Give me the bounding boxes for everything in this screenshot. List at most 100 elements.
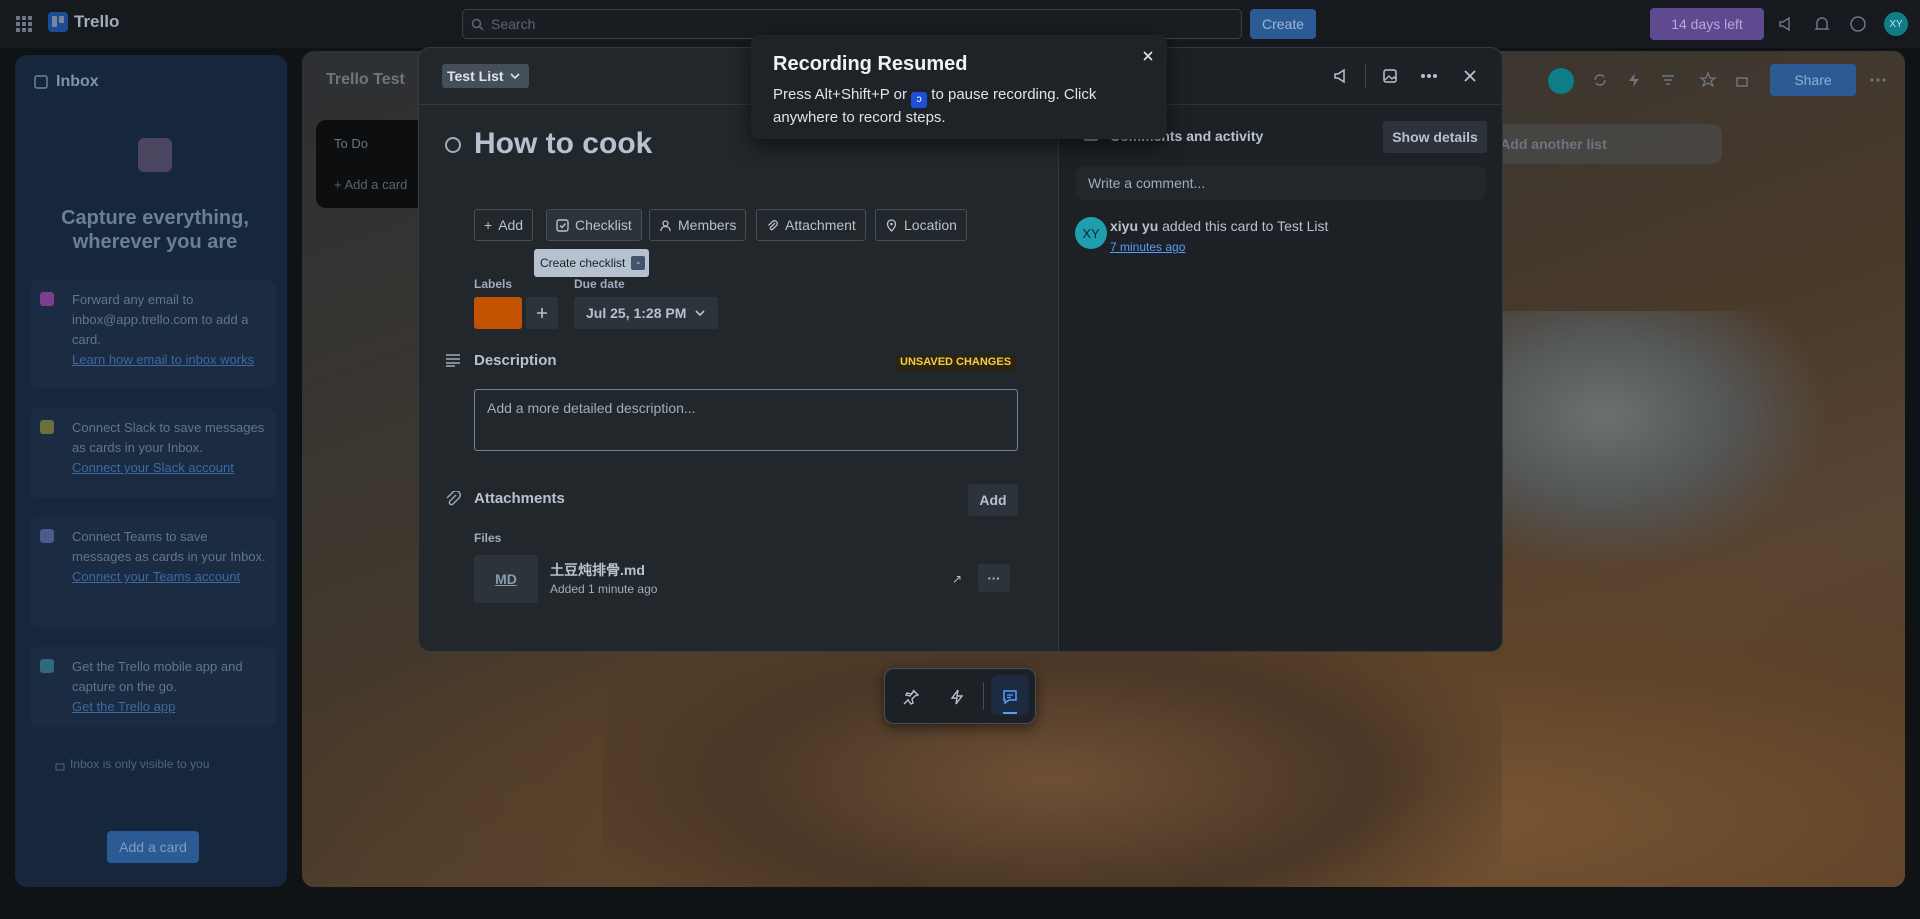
comment-input[interactable]: Write a comment... bbox=[1076, 166, 1486, 200]
comment-tab-icon[interactable] bbox=[995, 682, 1025, 712]
more-actions-icon[interactable] bbox=[1417, 64, 1441, 88]
label-chip[interactable] bbox=[474, 297, 522, 329]
checklist-button[interactable]: Checklist bbox=[546, 209, 642, 241]
due-date-value: Jul 25, 1:28 PM bbox=[586, 305, 687, 321]
app-switcher-icon[interactable] bbox=[14, 14, 34, 34]
members-button[interactable]: Members bbox=[649, 209, 747, 241]
add-list-text: Add another list bbox=[1500, 136, 1607, 152]
user-avatar[interactable]: XY bbox=[1884, 12, 1908, 36]
recording-title: Recording Resumed bbox=[773, 53, 968, 75]
inbox-tip-slack: Connect Slack to save messages as cards … bbox=[30, 408, 276, 498]
activity-action: added this card to Test List bbox=[1158, 218, 1329, 234]
attachment-button-label: Attachment bbox=[785, 217, 856, 233]
card-complete-checkbox[interactable] bbox=[445, 137, 461, 153]
tooltip-text: Create checklist bbox=[540, 256, 626, 270]
star-icon[interactable] bbox=[1698, 70, 1718, 90]
members-icon bbox=[660, 219, 671, 231]
search-icon bbox=[471, 18, 484, 31]
checklist-icon bbox=[556, 218, 569, 232]
inbox-tip-mobile: Get the Trello mobile app and capture on… bbox=[30, 647, 276, 727]
inbox-title: Inbox bbox=[34, 73, 99, 91]
add-button[interactable]: + Add bbox=[474, 209, 534, 241]
tip-text: Forward any email to inbox@app.trello.co… bbox=[72, 292, 249, 347]
inbox-icon bbox=[34, 75, 48, 89]
lightning-icon[interactable] bbox=[942, 682, 972, 712]
visibility-text: Inbox is only visible to you bbox=[70, 757, 210, 771]
trello-logo[interactable]: Trello bbox=[48, 12, 119, 32]
card-announcement-icon[interactable] bbox=[1329, 64, 1353, 88]
recording-message-start: Press Alt+Shift+P or bbox=[773, 86, 912, 103]
power-ups-icon[interactable] bbox=[1590, 70, 1610, 90]
add-label-button[interactable] bbox=[526, 297, 558, 329]
add-list-button[interactable]: + Add another list bbox=[1472, 124, 1722, 164]
file-name[interactable]: 土豆炖排骨.md bbox=[550, 560, 645, 580]
show-details-button[interactable]: Show details bbox=[1383, 121, 1487, 153]
activity-entry: xiyu yu added this card to Test List bbox=[1110, 218, 1328, 234]
tooltip-shortcut: - bbox=[631, 256, 646, 270]
tip-link[interactable]: Connect your Slack account bbox=[72, 460, 234, 475]
recording-message: Press Alt+Shift+P or ↄ to pause recordin… bbox=[773, 85, 1133, 128]
file-thumbnail[interactable]: MD bbox=[474, 555, 538, 603]
add-card-text: Add a card bbox=[344, 177, 408, 192]
inbox-tip-email: Forward any email to inbox@app.trello.co… bbox=[30, 280, 276, 388]
inbox-tip-teams: Connect Teams to save messages as cards … bbox=[30, 517, 276, 627]
activity-user[interactable]: xiyu yu bbox=[1110, 218, 1158, 234]
create-button[interactable]: Create bbox=[1250, 9, 1316, 39]
inbox-title-text: Inbox bbox=[56, 73, 99, 90]
inbox-add-card-button[interactable]: Add a card bbox=[107, 831, 199, 863]
attachment-button[interactable]: Attachment bbox=[756, 209, 866, 241]
list-title[interactable]: To Do bbox=[334, 136, 368, 151]
search-placeholder: Search bbox=[491, 16, 536, 32]
unsaved-changes-badge: UNSAVED CHANGES bbox=[895, 355, 1017, 371]
board-menu-icon[interactable] bbox=[1868, 70, 1888, 90]
list-add-card-button[interactable]: + Add a card bbox=[334, 177, 407, 192]
header-divider bbox=[1365, 64, 1366, 88]
active-tab-indicator bbox=[1003, 712, 1017, 714]
chevron-down-icon bbox=[509, 73, 520, 80]
card-title[interactable]: How to cook bbox=[474, 127, 652, 161]
members-button-label: Members bbox=[678, 217, 737, 233]
attachments-add-button[interactable]: Add bbox=[968, 484, 1018, 516]
board-member-avatar[interactable] bbox=[1548, 68, 1574, 94]
filter-icon[interactable] bbox=[1658, 70, 1678, 90]
close-modal-icon[interactable] bbox=[1458, 64, 1482, 88]
announcement-icon[interactable] bbox=[1776, 14, 1796, 34]
tip-link[interactable]: Learn how email to inbox works bbox=[72, 352, 254, 367]
cover-image-icon[interactable] bbox=[1378, 64, 1402, 88]
app-name: Trello bbox=[74, 12, 120, 31]
description-placeholder: Add a more detailed description... bbox=[487, 400, 696, 416]
trial-label: 14 days left bbox=[1671, 16, 1743, 32]
activity-timestamp[interactable]: 7 minutes ago bbox=[1110, 240, 1185, 254]
list-selector[interactable]: Test List bbox=[442, 64, 529, 88]
notifications-icon[interactable] bbox=[1812, 14, 1832, 34]
paperclip-icon bbox=[768, 219, 778, 230]
file-more-button[interactable]: ··· bbox=[978, 564, 1010, 592]
labels-heading: Labels bbox=[474, 277, 513, 291]
slack-icon bbox=[40, 420, 54, 434]
help-icon[interactable] bbox=[1848, 14, 1868, 34]
due-date-button[interactable]: Jul 25, 1:28 PM bbox=[574, 297, 719, 329]
open-file-icon[interactable]: ↗ bbox=[952, 572, 962, 586]
description-input[interactable]: Add a more detailed description... bbox=[474, 389, 1018, 451]
automation-icon[interactable] bbox=[1624, 70, 1644, 90]
attachment-icon bbox=[445, 490, 461, 512]
board-title[interactable]: Trello Test bbox=[326, 71, 405, 89]
file-added-time: Added 1 minute ago bbox=[550, 582, 658, 596]
description-icon bbox=[445, 353, 461, 372]
activity-avatar[interactable]: XY bbox=[1075, 217, 1107, 249]
close-recording-icon[interactable] bbox=[1140, 48, 1156, 64]
attachments-heading: Attachments bbox=[474, 490, 565, 507]
teams-icon bbox=[40, 529, 54, 543]
location-button[interactable]: Location bbox=[875, 209, 967, 241]
pin-icon[interactable] bbox=[896, 682, 926, 712]
email-icon bbox=[40, 292, 54, 306]
comment-placeholder: Write a comment... bbox=[1088, 175, 1206, 191]
due-date-heading: Due date bbox=[574, 277, 625, 291]
trial-badge[interactable]: 14 days left bbox=[1650, 8, 1764, 40]
recorder-icon: ↄ bbox=[911, 92, 928, 108]
share-button[interactable]: Share bbox=[1770, 64, 1856, 96]
tip-link[interactable]: Connect your Teams account bbox=[72, 569, 240, 584]
visibility-icon[interactable] bbox=[1732, 70, 1752, 90]
more-icon: ··· bbox=[987, 570, 1001, 586]
tip-link[interactable]: Get the Trello app bbox=[72, 699, 175, 714]
